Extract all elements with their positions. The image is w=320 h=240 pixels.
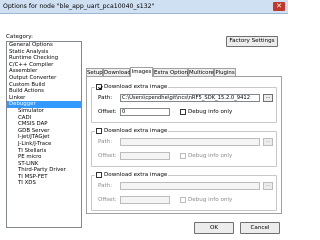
browse-2-button[interactable]: ... xyxy=(263,138,273,146)
debug-info-2-checkbox[interactable] xyxy=(180,153,186,159)
debug-info-2-row[interactable]: Debug info only xyxy=(180,153,232,159)
category-item[interactable]: Static Analysis xyxy=(7,49,81,56)
extra-image-group-1: Download extra image Path: C:\Users\cpen… xyxy=(91,84,277,123)
category-list[interactable]: General Options Static Analysis Runtime Ch… xyxy=(6,41,82,228)
debug-info-1-row[interactable]: Debug info only xyxy=(180,109,232,115)
download-extra-image-3-label: Download extra image xyxy=(104,172,168,178)
category-label: Category: xyxy=(6,34,34,40)
category-item[interactable]: C/C++ Compiler xyxy=(7,62,81,69)
category-item[interactable]: Assembler xyxy=(7,68,81,75)
download-extra-image-2-row[interactable]: Download extra image xyxy=(95,128,169,134)
offset-1-input[interactable]: 0 xyxy=(120,108,170,116)
category-item[interactable]: Debugger xyxy=(7,101,81,108)
category-item[interactable]: CMSIS DAP xyxy=(7,121,81,128)
category-item[interactable]: Build Actions xyxy=(7,88,81,95)
offset-2-label: Offset: xyxy=(98,153,117,159)
debug-info-2-label: Debug info only xyxy=(188,153,233,159)
path-2-label: Path: xyxy=(98,139,113,145)
debug-info-3-checkbox[interactable] xyxy=(180,197,186,203)
debug-info-1-label: Debug info only xyxy=(188,109,233,115)
category-item[interactable]: Runtime Checking xyxy=(7,55,81,62)
window-title: Options for node "ble_app_uart_pca10040_… xyxy=(3,3,155,10)
factory-settings-button[interactable]: Factory Settings xyxy=(226,36,278,47)
path-1-label: Path: xyxy=(98,95,113,101)
path-1-input[interactable]: C:\Users\cpendhe\git\ncs\nRF5_SDK_15.2.0… xyxy=(120,94,260,102)
ok-button[interactable]: OK xyxy=(194,222,234,234)
close-icon[interactable]: ✕ xyxy=(273,2,285,11)
offset-1-label: Offset: xyxy=(98,109,117,115)
debug-info-3-row[interactable]: Debug info only xyxy=(180,197,232,203)
category-item[interactable]: TI Stellaris xyxy=(7,148,81,155)
debug-info-1-checkbox[interactable] xyxy=(180,109,186,115)
debug-info-3-label: Debug info only xyxy=(188,197,233,203)
offset-3-label: Offset: xyxy=(98,197,117,203)
category-item[interactable]: TI XDS xyxy=(7,180,81,187)
path-2-input[interactable] xyxy=(120,138,260,146)
path-3-input[interactable] xyxy=(120,182,260,190)
browse-1-button[interactable]: ... xyxy=(263,94,273,102)
category-item[interactable]: Third-Party Driver xyxy=(7,167,81,174)
browse-3-button[interactable]: ... xyxy=(263,182,273,190)
offset-3-input[interactable] xyxy=(120,196,170,204)
category-item[interactable]: CADI xyxy=(7,115,81,122)
category-item[interactable]: Simulator xyxy=(7,108,81,115)
download-extra-image-3-row[interactable]: Download extra image xyxy=(95,172,169,178)
category-item[interactable]: GDB Server xyxy=(7,128,81,135)
extra-image-group-3: Download extra image Path: ... Offset: D… xyxy=(91,172,277,211)
download-extra-image-1-label: Download extra image xyxy=(104,84,168,90)
category-item[interactable]: Custom Build xyxy=(7,82,81,89)
category-item[interactable]: ST-LINK xyxy=(7,161,81,168)
download-extra-image-1-row[interactable]: Download extra image xyxy=(95,84,169,90)
images-panel: Download extra image Path: C:\Users\cpen… xyxy=(86,76,282,214)
category-item[interactable]: General Options xyxy=(7,42,81,49)
path-3-label: Path: xyxy=(98,183,113,189)
category-item[interactable]: PE micro xyxy=(7,154,81,161)
title-bar: Options for node "ble_app_uart_pca10040_… xyxy=(0,0,288,14)
category-item[interactable]: TI MSP-FET xyxy=(7,174,81,181)
extra-image-group-2: Download extra image Path: ... Offset: D… xyxy=(91,128,277,167)
offset-2-input[interactable] xyxy=(120,152,170,160)
download-extra-image-2-label: Download extra image xyxy=(104,128,168,134)
cancel-button[interactable]: Cancel xyxy=(240,222,280,234)
download-extra-image-2-checkbox[interactable] xyxy=(96,128,102,134)
tab-images[interactable]: Images xyxy=(130,67,153,77)
category-item[interactable]: J-Link/J-Trace xyxy=(7,141,81,148)
download-extra-image-1-checkbox[interactable] xyxy=(96,84,102,90)
category-item[interactable]: I-jet/JTAGjet xyxy=(7,134,81,141)
download-extra-image-3-checkbox[interactable] xyxy=(96,172,102,178)
category-item[interactable]: Output Converter xyxy=(7,75,81,82)
category-item[interactable]: Linker xyxy=(7,95,81,102)
